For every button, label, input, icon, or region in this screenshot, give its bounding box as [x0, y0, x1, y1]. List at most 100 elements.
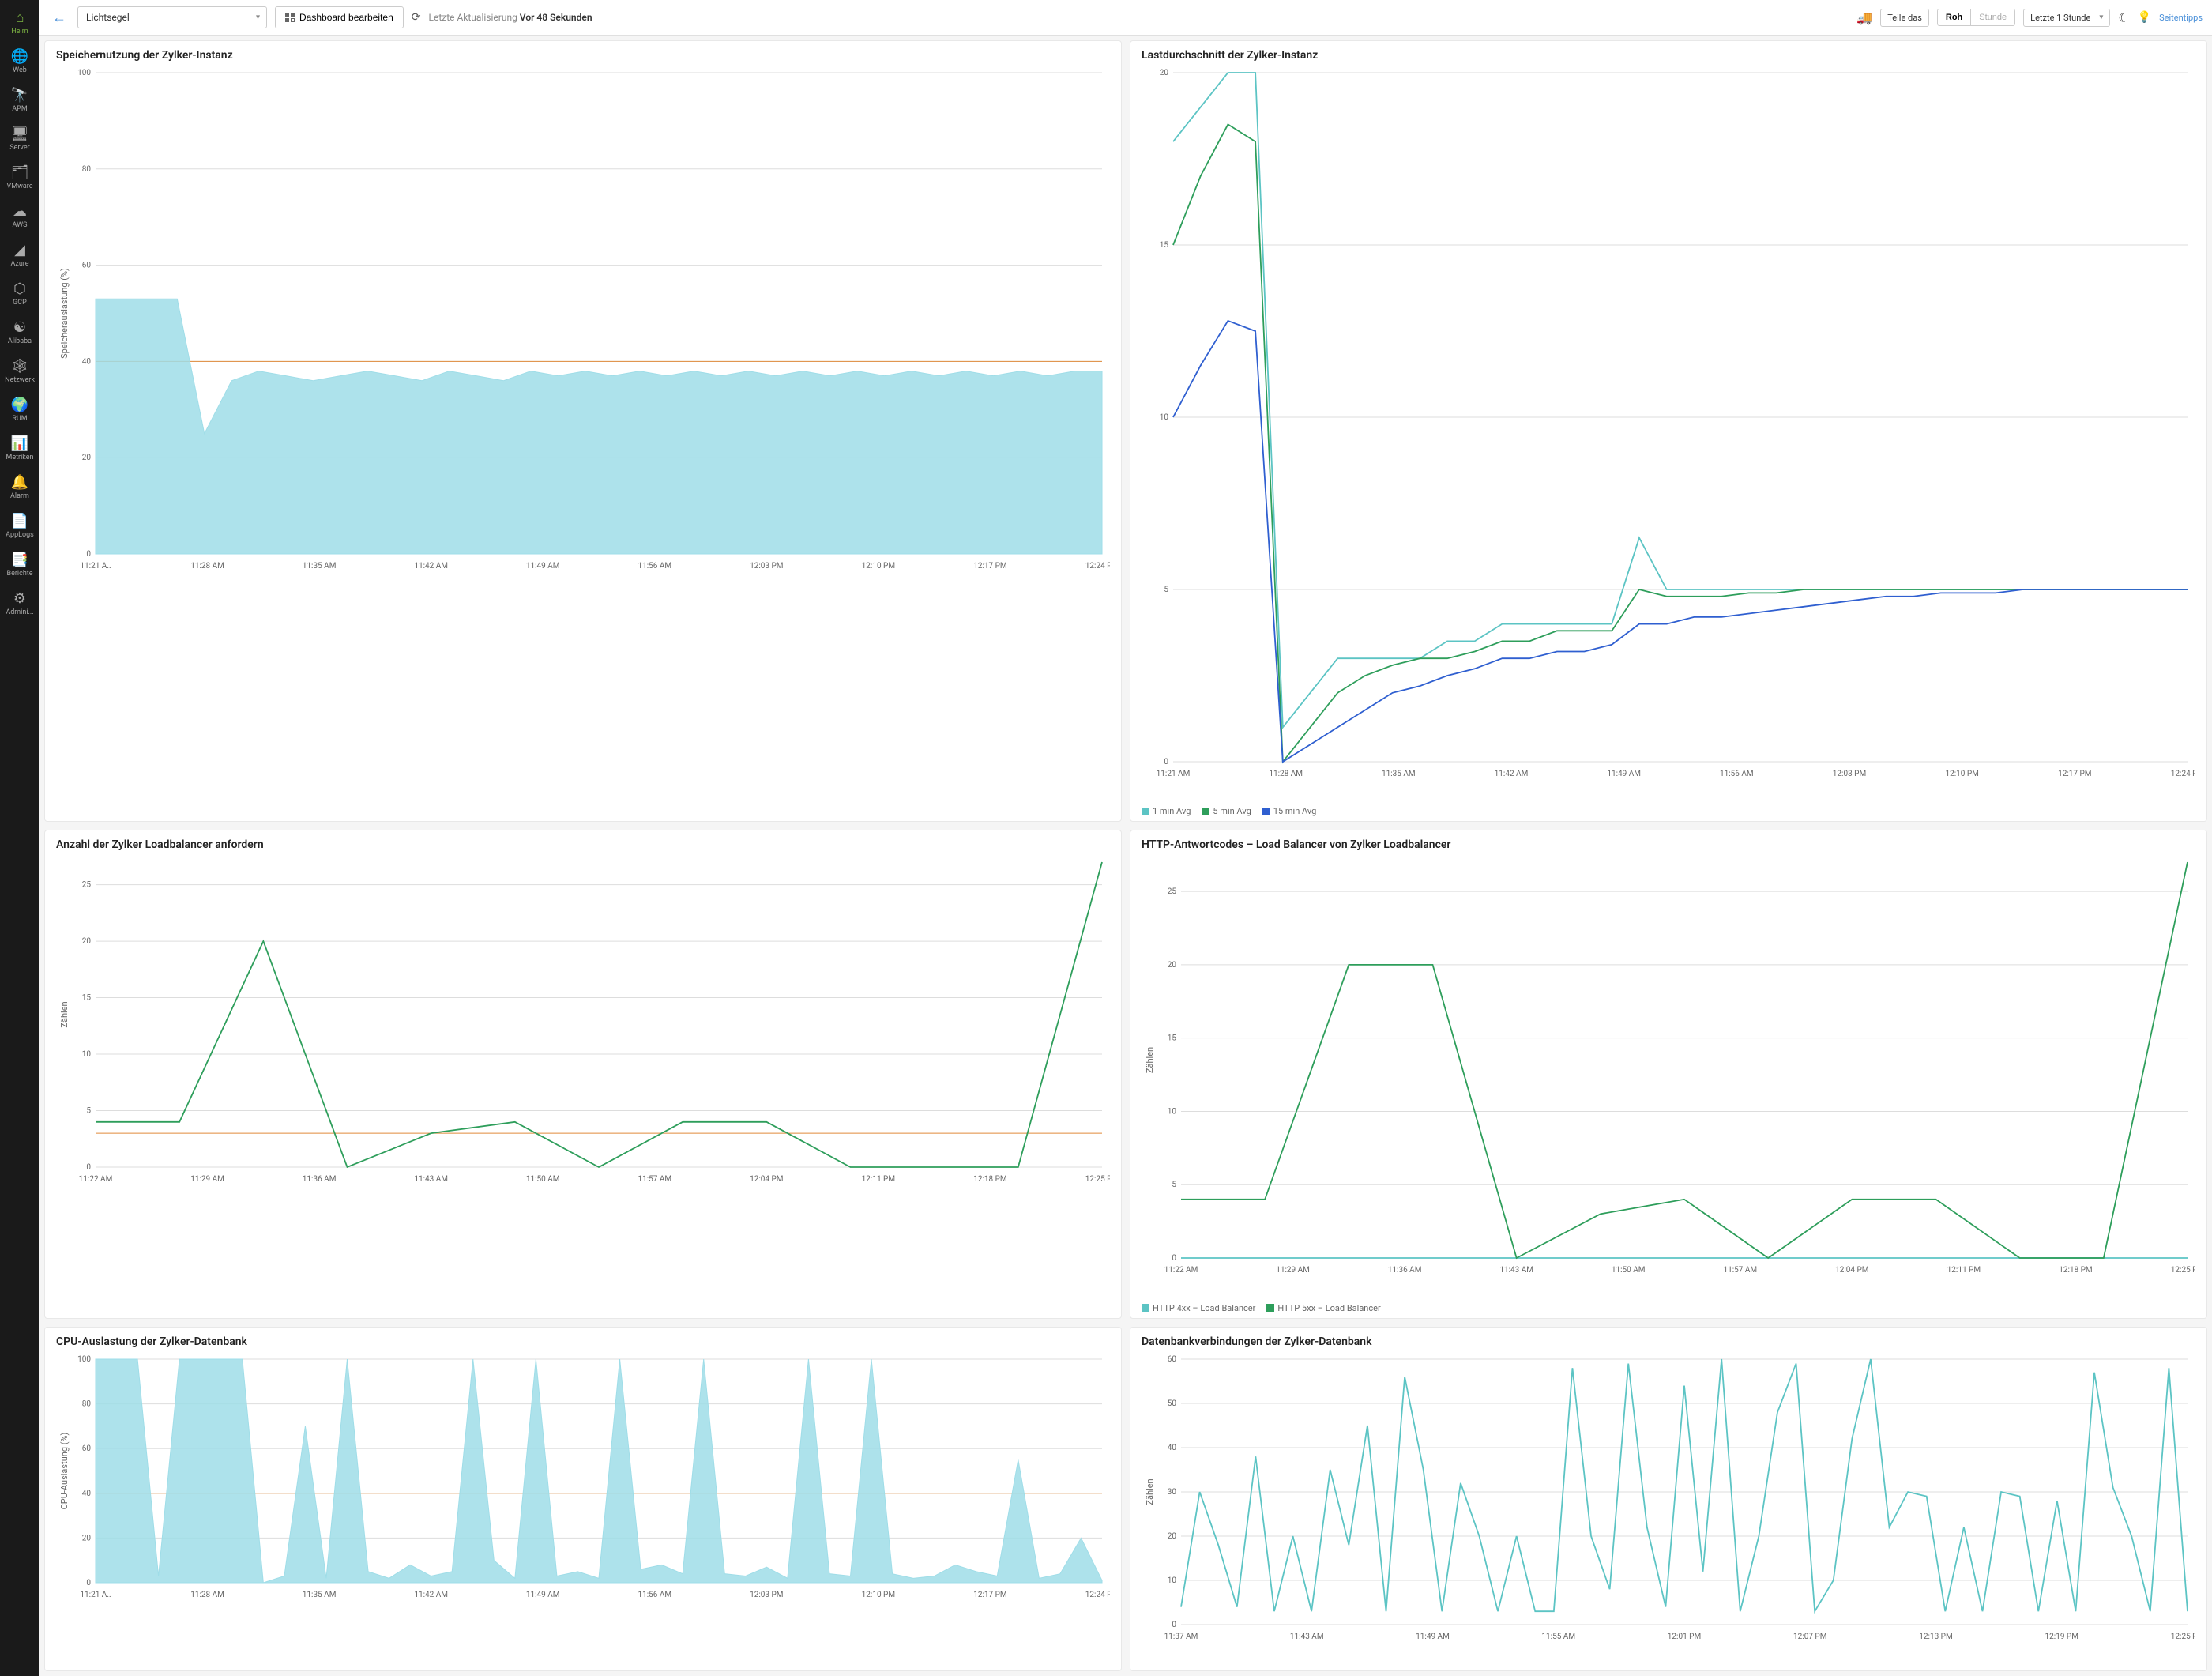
sidebar: ⌂Heim 🌐Web 🔭APM 🖥Server 🗂VMware ☁AWS ◢Az…: [0, 0, 40, 1676]
panel-title: HTTP-Antwortcodes – Load Balancer von Zy…: [1142, 838, 2195, 851]
svg-text:5: 5: [86, 1107, 91, 1116]
sidebar-item-admini[interactable]: ⚙Admini...: [0, 584, 40, 623]
panel-request-count: Anzahl der Zylker Loadbalancer anfordern…: [44, 830, 1122, 1318]
legend-item[interactable]: HTTP 4xx – Load Balancer: [1142, 1303, 1255, 1313]
svg-text:11:36 AM: 11:36 AM: [303, 1175, 337, 1184]
refresh-button[interactable]: ⟳: [412, 11, 421, 24]
svg-text:11:49 AM: 11:49 AM: [1416, 1633, 1450, 1641]
sidebar-item-alarm[interactable]: 🔔Alarm: [0, 468, 40, 507]
svg-text:11:42 AM: 11:42 AM: [414, 562, 448, 571]
svg-text:Speicherauslastung (%): Speicherauslastung (%): [59, 268, 70, 359]
panel-cpu-usage: CPU-Auslastung der Zylker-Datenbank 0204…: [44, 1327, 1122, 1671]
svg-text:50: 50: [1168, 1399, 1177, 1408]
admin-icon: ⚙: [13, 590, 26, 607]
sidebar-item-rum[interactable]: 🌍RUM: [0, 390, 40, 429]
sidebar-item-web[interactable]: 🌐Web: [0, 42, 40, 81]
legend-item[interactable]: 15 min Avg: [1262, 806, 1317, 816]
svg-text:11:35 AM: 11:35 AM: [1382, 770, 1416, 778]
svg-text:25: 25: [1168, 887, 1177, 896]
svg-text:0: 0: [86, 1163, 91, 1172]
svg-text:12:25 PM: 12:25 PM: [1085, 1175, 1110, 1184]
sidebar-item-label: Server: [9, 144, 29, 152]
legend-item[interactable]: 5 min Avg: [1202, 806, 1251, 816]
svg-text:11:29 AM: 11:29 AM: [190, 1175, 224, 1184]
alibaba-icon: ☯: [13, 319, 26, 336]
panels-grid: Speichernutzung der Zylker-Instanz 02040…: [40, 36, 2212, 1676]
svg-text:12:10 PM: 12:10 PM: [862, 562, 895, 571]
sidebar-item-label: Netzwerk: [5, 376, 35, 384]
svg-text:11:56 AM: 11:56 AM: [638, 562, 672, 571]
edit-dashboard-button[interactable]: Dashboard bearbeiten: [275, 6, 404, 28]
time-range-label: Letzte 1 Stunde: [2030, 13, 2090, 23]
svg-text:10: 10: [82, 1050, 92, 1059]
sidebar-item-heim[interactable]: ⌂Heim: [0, 3, 40, 42]
svg-text:12:03 PM: 12:03 PM: [750, 1591, 783, 1599]
globe-icon: 🌐: [11, 48, 28, 65]
sidebar-item-netzwerk[interactable]: 🕸Netzwerk: [0, 352, 40, 390]
svg-text:Zählen: Zählen: [1145, 1047, 1155, 1073]
sidebar-item-label: AWS: [13, 221, 28, 229]
svg-text:0: 0: [1164, 758, 1168, 766]
tips-icon: 💡: [2138, 11, 2151, 24]
chart-load-average: 0510152011:21 AM11:28 AM11:35 AM11:42 AM…: [1142, 65, 2195, 803]
legend-item[interactable]: HTTP 5xx – Load Balancer: [1266, 1303, 1380, 1313]
svg-text:40: 40: [82, 1489, 92, 1497]
svg-text:12:18 PM: 12:18 PM: [2059, 1266, 2092, 1275]
svg-text:40: 40: [1168, 1444, 1177, 1452]
sidebar-item-vmware[interactable]: 🗂VMware: [0, 158, 40, 197]
svg-text:12:24 PM: 12:24 PM: [1085, 1591, 1110, 1599]
panel-title: Datenbankverbindungen der Zylker-Datenba…: [1142, 1335, 2195, 1348]
panel-db-connections: Datenbankverbindungen der Zylker-Datenba…: [1130, 1327, 2207, 1671]
svg-text:60: 60: [1168, 1355, 1177, 1364]
share-button[interactable]: Teile das: [1880, 9, 1929, 27]
dashboard-selector[interactable]: Lichtsegel: [77, 6, 267, 28]
svg-text:12:24 PM: 12:24 PM: [2171, 770, 2195, 778]
svg-text:11:36 AM: 11:36 AM: [1388, 1266, 1422, 1275]
svg-text:11:21 AM: 11:21 AM: [1157, 770, 1191, 778]
svg-text:12:10 PM: 12:10 PM: [1945, 770, 1978, 778]
svg-text:0: 0: [1172, 1621, 1176, 1629]
sidebar-item-label: Metriken: [6, 454, 33, 461]
sidebar-item-alibaba[interactable]: ☯Alibaba: [0, 313, 40, 352]
sidebar-item-berichte[interactable]: 📑Berichte: [0, 545, 40, 584]
bell-icon: 🔔: [11, 474, 28, 491]
svg-text:11:49 AM: 11:49 AM: [1607, 770, 1641, 778]
azure-icon: ◢: [14, 242, 25, 258]
svg-text:25: 25: [82, 881, 92, 890]
chart-memory-usage: 02040608010011:21 A..11:28 AM11:35 AM11:…: [56, 65, 1110, 816]
back-button[interactable]: ←: [49, 9, 70, 26]
svg-text:11:22 AM: 11:22 AM: [79, 1175, 113, 1184]
dark-mode-toggle[interactable]: ☾: [2118, 10, 2129, 25]
legend-item[interactable]: 1 min Avg: [1142, 806, 1191, 816]
sidebar-item-aws[interactable]: ☁AWS: [0, 197, 40, 235]
svg-text:12:11 PM: 12:11 PM: [862, 1175, 895, 1184]
svg-text:10: 10: [1168, 1576, 1177, 1585]
svg-text:11:56 AM: 11:56 AM: [638, 1591, 672, 1599]
page-tips-link[interactable]: Seitentipps: [2159, 13, 2203, 23]
sidebar-item-metriken[interactable]: 📊Metriken: [0, 429, 40, 468]
sidebar-item-gcp[interactable]: ⬡GCP: [0, 274, 40, 313]
svg-text:15: 15: [1160, 241, 1169, 250]
svg-text:11:42 AM: 11:42 AM: [1495, 770, 1529, 778]
svg-text:100: 100: [77, 1355, 91, 1364]
sidebar-item-apm[interactable]: 🔭APM: [0, 81, 40, 119]
svg-text:11:55 AM: 11:55 AM: [1541, 1633, 1575, 1641]
svg-text:12:17 PM: 12:17 PM: [973, 562, 1006, 571]
svg-text:11:42 AM: 11:42 AM: [414, 1591, 448, 1599]
svg-text:11:29 AM: 11:29 AM: [1276, 1266, 1310, 1275]
sidebar-item-azure[interactable]: ◢Azure: [0, 235, 40, 274]
delivery-icon[interactable]: 🚚: [1856, 10, 1872, 25]
sidebar-item-server[interactable]: 🖥Server: [0, 119, 40, 158]
sidebar-item-label: RUM: [12, 415, 27, 423]
svg-text:11:28 AM: 11:28 AM: [190, 562, 224, 571]
svg-text:12:04 PM: 12:04 PM: [1835, 1266, 1868, 1275]
time-range-selector[interactable]: Letzte 1 Stunde: [2023, 9, 2110, 27]
sidebar-item-applogs[interactable]: 📄AppLogs: [0, 507, 40, 545]
svg-text:11:43 AM: 11:43 AM: [414, 1175, 448, 1184]
svg-text:15: 15: [1168, 1034, 1177, 1043]
granularity-hour[interactable]: Stunde: [1971, 9, 2014, 25]
svg-text:11:50 AM: 11:50 AM: [526, 1175, 560, 1184]
svg-text:11:49 AM: 11:49 AM: [526, 1591, 560, 1599]
granularity-raw[interactable]: Roh: [1938, 9, 1971, 25]
svg-text:60: 60: [82, 1444, 92, 1453]
